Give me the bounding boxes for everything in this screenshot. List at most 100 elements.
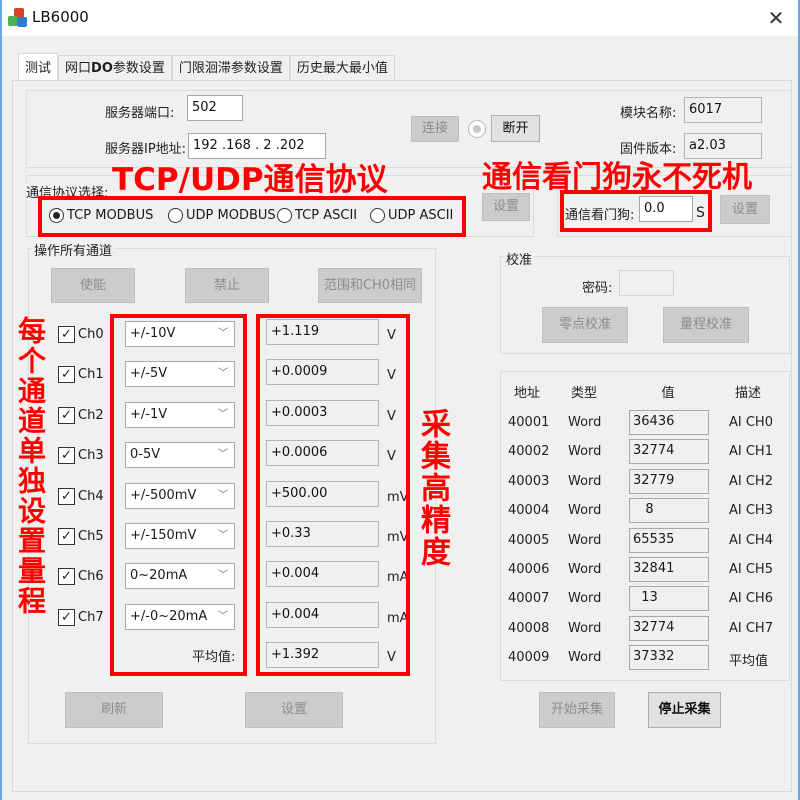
register-type: Word bbox=[568, 650, 602, 666]
checkbox-checked-icon: ✓ bbox=[58, 488, 75, 505]
channel-unit-4: mV bbox=[387, 490, 409, 505]
register-address: 40001 bbox=[508, 415, 550, 430]
firmware-field: a2.03 bbox=[684, 133, 762, 159]
port-input[interactable]: 502 bbox=[187, 95, 243, 121]
range-select-2[interactable]: +/-1V ﹀ bbox=[125, 402, 235, 428]
register-description: AI CH0 bbox=[729, 415, 773, 430]
watchdog-unit: S bbox=[696, 205, 705, 221]
register-type: Word bbox=[568, 591, 602, 607]
channel-checkbox-0[interactable]: ✓ Ch0 bbox=[58, 326, 104, 343]
stop-acquisition-button[interactable]: 停止采集 bbox=[648, 692, 721, 728]
radio-udp-modbus[interactable]: UDP MODBUS bbox=[168, 208, 276, 223]
zero-calibration-button[interactable]: 零点校准 bbox=[542, 307, 628, 343]
register-type: Word bbox=[568, 532, 602, 548]
tab-history-min-max[interactable]: 历史最大最小值 bbox=[289, 55, 395, 81]
channel-checkbox-6[interactable]: ✓ Ch6 bbox=[58, 568, 104, 585]
start-acquisition-button[interactable]: 开始采集 bbox=[539, 692, 615, 728]
port-label: 服务器端口: bbox=[105, 106, 175, 121]
chevron-down-icon: ﹀ bbox=[218, 611, 228, 622]
register-address: 40007 bbox=[508, 591, 550, 607]
title-bar: LB6000 ✕ bbox=[2, 0, 798, 36]
channel-unit-7: mA bbox=[387, 611, 409, 626]
watchdog-set-button[interactable]: 设置 bbox=[720, 195, 770, 224]
tab-threshold-hysteresis[interactable]: 门限洄滞参数设置 bbox=[171, 55, 290, 81]
checkbox-checked-icon: ✓ bbox=[58, 407, 75, 424]
channel-value-field-4: +500.00 bbox=[266, 481, 379, 507]
module-name-field: 6017 bbox=[684, 97, 762, 123]
range-value: +/-500mV bbox=[130, 488, 197, 503]
disable-all-button[interactable]: 禁止 bbox=[185, 268, 269, 303]
range-select-3[interactable]: 0-5V ﹀ bbox=[125, 442, 235, 468]
password-label: 密码: bbox=[582, 281, 613, 296]
channel-checkbox-3[interactable]: ✓ Ch3 bbox=[58, 447, 104, 464]
span-calibration-button[interactable]: 量程校准 bbox=[663, 307, 749, 343]
register-description: AI CH5 bbox=[729, 562, 773, 577]
chevron-down-icon: ﹀ bbox=[218, 409, 228, 420]
channel-checkbox-1[interactable]: ✓ Ch1 bbox=[58, 366, 104, 383]
table-header-type: 类型 bbox=[570, 386, 597, 401]
radio-tcp-modbus[interactable]: TCP MODBUS bbox=[49, 208, 153, 223]
range-select-4[interactable]: +/-500mV ﹀ bbox=[125, 483, 235, 509]
same-range-as-ch0-button[interactable]: 范围和CH0相同 bbox=[318, 268, 422, 303]
radio-udp-ascii[interactable]: UDP ASCII bbox=[370, 208, 453, 223]
range-select-1[interactable]: +/-5V ﹀ bbox=[125, 361, 235, 387]
tab-test[interactable]: 测试 bbox=[18, 53, 59, 81]
calibration-title: 校准 bbox=[504, 249, 535, 268]
average-value-field: +1.392 bbox=[266, 642, 379, 668]
app-icon bbox=[8, 8, 28, 28]
firmware-label: 固件版本: bbox=[620, 142, 677, 157]
connection-status-indicator bbox=[468, 120, 489, 138]
channel-checkbox-4[interactable]: ✓ Ch4 bbox=[58, 488, 104, 505]
channel-checkbox-7[interactable]: ✓ Ch7 bbox=[58, 609, 104, 626]
range-select-6[interactable]: 0~20mA ﹀ bbox=[125, 563, 235, 589]
close-icon[interactable]: ✕ bbox=[764, 6, 788, 30]
range-select-0[interactable]: +/-10V ﹀ bbox=[125, 321, 235, 347]
channel-value-field-0: +1.119 bbox=[266, 319, 379, 345]
radio-unselected-icon bbox=[168, 208, 183, 223]
range-value: +/-5V bbox=[130, 366, 168, 381]
password-input[interactable] bbox=[619, 270, 674, 296]
register-value: 65535 bbox=[629, 527, 709, 553]
average-unit: V bbox=[387, 650, 396, 665]
watchdog-input[interactable]: 0.0 bbox=[639, 196, 693, 222]
chevron-down-icon: ﹀ bbox=[218, 490, 228, 501]
app-window: LB6000 ✕ 测试 网口DO参数设置 门限洄滞参数设置 历史最大最小值 服务… bbox=[0, 0, 800, 800]
connect-button[interactable]: 连接 bbox=[411, 116, 459, 142]
register-description: 平均值 bbox=[729, 654, 769, 670]
disconnect-button[interactable]: 断开 bbox=[491, 115, 540, 142]
channel-unit-0: V bbox=[387, 328, 396, 343]
enable-all-button[interactable]: 使能 bbox=[51, 268, 135, 303]
tab-label-part: 参数设置 bbox=[112, 61, 165, 76]
protocol-set-button[interactable]: 设置 bbox=[482, 193, 530, 221]
tab-network-do-settings[interactable]: 网口DO参数设置 bbox=[58, 55, 172, 81]
radio-tcp-ascii[interactable]: TCP ASCII bbox=[277, 208, 357, 223]
register-address: 40006 bbox=[508, 562, 550, 577]
radio-label: UDP MODBUS bbox=[186, 208, 276, 223]
channel-name: Ch4 bbox=[78, 489, 104, 504]
module-name-label: 模块名称: bbox=[620, 106, 677, 121]
ip-label: 服务器IP地址: bbox=[105, 142, 187, 157]
range-select-7[interactable]: +/-0~20mA ﹀ bbox=[125, 604, 235, 630]
register-type: Word bbox=[568, 415, 602, 430]
register-address: 40004 bbox=[508, 503, 550, 519]
radio-label: TCP MODBUS bbox=[67, 208, 154, 223]
channel-name: Ch1 bbox=[78, 367, 104, 382]
range-select-5[interactable]: +/-150mV ﹀ bbox=[125, 523, 235, 549]
range-value: 0~20mA bbox=[130, 568, 188, 583]
channel-checkbox-2[interactable]: ✓ Ch2 bbox=[58, 407, 104, 424]
ip-address-input[interactable]: 192 .168 . 2 .202 bbox=[188, 133, 326, 159]
range-value: +/-10V bbox=[130, 326, 176, 341]
register-description: AI CH1 bbox=[729, 444, 773, 460]
table-header-description: 描述 bbox=[734, 386, 761, 401]
register-description: AI CH7 bbox=[729, 620, 773, 636]
chevron-down-icon: ﹀ bbox=[218, 530, 228, 541]
refresh-button[interactable]: 刷新 bbox=[65, 692, 163, 728]
channel-checkbox-5[interactable]: ✓ Ch5 bbox=[58, 528, 104, 545]
register-type: Word bbox=[568, 473, 602, 489]
register-value: 8 bbox=[629, 498, 709, 524]
checkbox-checked-icon: ✓ bbox=[58, 447, 75, 464]
channel-set-button[interactable]: 设置 bbox=[245, 692, 343, 728]
register-description: AI CH2 bbox=[729, 473, 773, 489]
chevron-down-icon: ﹀ bbox=[218, 368, 228, 379]
status-dot-icon bbox=[468, 120, 486, 138]
